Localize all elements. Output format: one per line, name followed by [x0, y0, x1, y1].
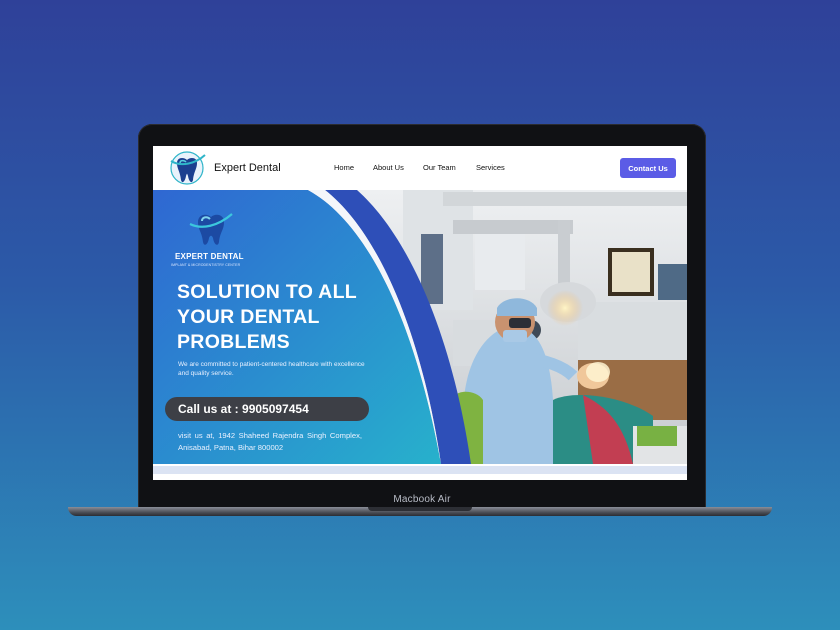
hero-tagline: We are committed to patient-centered hea…	[178, 361, 365, 377]
nav-our-team[interactable]: Our Team	[423, 163, 456, 172]
tooth-logo-icon[interactable]	[167, 151, 207, 187]
hero-banner: EXPERT DENTAL IMPLANT & MICRODENTISTRY C…	[153, 190, 687, 464]
hero-headline: SOLUTION TO ALL YOUR DENTAL PROBLEMS	[177, 280, 397, 355]
headline-line: PROBLEMS	[177, 331, 290, 353]
tooth-logo-icon	[189, 213, 233, 245]
hero-brand-subtitle: IMPLANT & MICRODENTISTRY CENTER	[171, 263, 241, 267]
next-section-edge	[153, 466, 687, 474]
nav-about-us[interactable]: About Us	[373, 163, 404, 172]
headline-line: SOLUTION TO ALL	[177, 281, 357, 303]
laptop-notch	[368, 507, 472, 511]
clinic-address: visit us at, 1942 Shaheed Rajendra Singh…	[178, 431, 362, 452]
device-label: Macbook Air	[393, 494, 451, 505]
call-us-button[interactable]: Call us at : 9905097454	[165, 397, 369, 421]
hero-brand-name: EXPERT DENTAL	[175, 252, 244, 261]
nav-home[interactable]: Home	[334, 163, 354, 172]
laptop-screen: Expert Dental Home About Us Our Team Ser…	[153, 146, 687, 480]
nav-services[interactable]: Services	[476, 163, 505, 172]
headline-line: YOUR DENTAL	[177, 306, 320, 328]
contact-us-button[interactable]: Contact Us	[620, 158, 676, 178]
site-header: Expert Dental Home About Us Our Team Ser…	[153, 146, 687, 190]
brand-name[interactable]: Expert Dental	[214, 162, 281, 174]
